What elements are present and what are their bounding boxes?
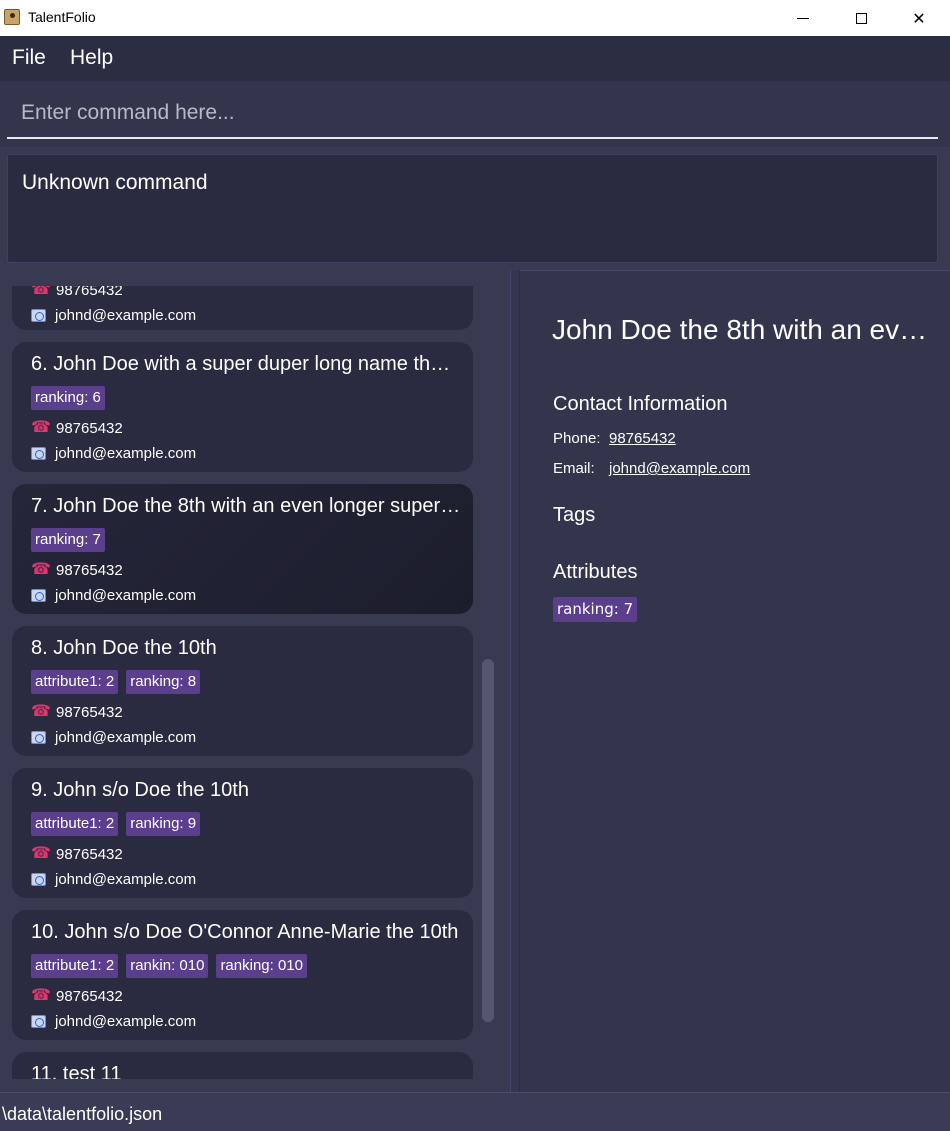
phone-text: 98765432 <box>56 286 123 299</box>
email-row: johnd@example.com <box>31 1013 196 1030</box>
list-scrollbar[interactable] <box>482 659 494 1022</box>
email-icon <box>31 731 46 744</box>
email-icon <box>31 873 46 886</box>
email-row: johnd@example.com <box>31 445 196 462</box>
contact-info-heading: Contact Information <box>553 393 728 415</box>
email-text: johnd@example.com <box>55 871 197 888</box>
phone-row: 98765432 <box>31 559 123 579</box>
phone-row: 98765432 <box>31 417 123 437</box>
maximize-button[interactable] <box>832 0 890 36</box>
tag-list: attribute1: 2 ranking: 9 <box>31 812 201 836</box>
person-card[interactable]: 9. John s/o Doe the 10th attribute1: 2 r… <box>12 768 473 898</box>
command-input[interactable] <box>7 89 938 139</box>
tag: attribute1: 2 <box>31 954 119 978</box>
email-row: johnd@example.com <box>31 587 196 604</box>
tag: attribute1: 2 <box>31 670 119 694</box>
tag-list: ranking: 6 <box>31 386 105 410</box>
phone-text: 98765432 <box>56 704 123 721</box>
person-name: 7. John Doe the 8th with an even longer … <box>31 495 461 517</box>
phone-text: 98765432 <box>56 988 123 1005</box>
minimize-icon <box>797 17 809 19</box>
person-list-panel: 98765432 johnd@example.com 6. John Doe w… <box>0 270 510 1092</box>
phone-row: 98765432 <box>31 843 123 863</box>
close-button[interactable]: ✕ <box>890 0 948 36</box>
window-titlebar: TalentFolio ✕ <box>0 0 950 36</box>
save-location: \data\talentfolio.json <box>2 1104 163 1124</box>
email-icon <box>31 309 46 322</box>
tag: rankin: 010 <box>126 954 209 978</box>
person-name: 10. John s/o Doe O'Connor Anne-Marie the… <box>31 921 459 943</box>
phone-icon <box>31 985 51 1005</box>
window-title: TalentFolio <box>28 9 96 25</box>
phone-icon <box>31 417 51 437</box>
menubar: File Help <box>0 36 950 81</box>
email-icon <box>31 1015 46 1028</box>
phone-row: 98765432 <box>31 701 123 721</box>
email-icon <box>31 447 46 460</box>
tag: ranking: 7 <box>31 528 105 552</box>
app-icon <box>4 9 20 25</box>
menu-help[interactable]: Help <box>70 46 113 70</box>
person-name: 8. John Doe the 10th <box>31 637 217 659</box>
result-display-area: Unknown command <box>0 147 950 270</box>
person-card[interactable]: 8. John Doe the 10th attribute1: 2 ranki… <box>12 626 473 756</box>
person-card[interactable]: 6. John Doe with a super duper long name… <box>12 342 473 472</box>
panel-divider[interactable] <box>510 270 520 1092</box>
email-link[interactable]: johnd@example.com <box>609 460 750 477</box>
email-text: johnd@example.com <box>55 729 197 746</box>
maximize-icon <box>855 12 867 24</box>
email-label: Email: <box>553 460 595 477</box>
close-icon: ✕ <box>912 8 926 28</box>
person-name: 9. John s/o Doe the 10th <box>31 779 249 801</box>
email-text: johnd@example.com <box>55 1013 197 1030</box>
phone-row: 98765432 <box>31 985 123 1005</box>
email-text: johnd@example.com <box>55 307 197 324</box>
attributes-heading: Attributes <box>553 561 638 583</box>
email-row: johnd@example.com <box>31 871 196 888</box>
phone-icon <box>31 701 51 721</box>
phone-link[interactable]: 98765432 <box>609 430 676 447</box>
phone-label: Phone: <box>553 430 601 447</box>
phone-icon <box>31 843 51 863</box>
person-card[interactable]: 10. John s/o Doe O'Connor Anne-Marie the… <box>12 910 473 1040</box>
email-text: johnd@example.com <box>55 587 197 604</box>
tag: ranking: 9 <box>126 812 201 836</box>
command-box <box>0 81 950 147</box>
phone-text: 98765432 <box>56 846 123 863</box>
phone-text: 98765432 <box>56 562 123 579</box>
phone-row: 98765432 <box>31 286 123 299</box>
phone-icon <box>31 286 51 299</box>
email-row: johnd@example.com <box>31 729 196 746</box>
email-icon <box>31 589 46 602</box>
detail-name: John Doe the 8th with an even longer sup… <box>552 314 932 345</box>
person-card[interactable]: 11. test 11 <box>12 1052 473 1079</box>
person-card[interactable]: 98765432 johnd@example.com <box>12 286 473 330</box>
minimize-button[interactable] <box>774 0 832 36</box>
email-text: johnd@example.com <box>55 445 197 462</box>
menu-file[interactable]: File <box>12 46 46 70</box>
tag: ranking: 8 <box>126 670 201 694</box>
person-name: 6. John Doe with a super duper long name… <box>31 353 461 375</box>
phone-icon <box>31 559 51 579</box>
tag-list: ranking: 7 <box>31 528 105 552</box>
person-card-selected[interactable]: 7. John Doe the 8th with an even longer … <box>12 484 473 614</box>
person-detail-panel: John Doe the 8th with an even longer sup… <box>520 270 950 1092</box>
phone-text: 98765432 <box>56 420 123 437</box>
person-name: 11. test 11 <box>31 1063 122 1079</box>
tag: ranking: 010 <box>216 954 307 978</box>
tags-heading: Tags <box>553 504 596 526</box>
person-list[interactable]: 98765432 johnd@example.com 6. John Doe w… <box>0 286 510 1079</box>
tag-list: attribute1: 2 rankin: 010 ranking: 010 <box>31 954 307 978</box>
status-bar: \data\talentfolio.json <box>0 1092 950 1131</box>
attribute-tag: ranking: 7 <box>553 597 638 622</box>
result-display: Unknown command <box>7 154 938 263</box>
tag: attribute1: 2 <box>31 812 119 836</box>
tag: ranking: 6 <box>31 386 105 410</box>
email-row: johnd@example.com <box>31 307 196 324</box>
tag-list: attribute1: 2 ranking: 8 <box>31 670 201 694</box>
